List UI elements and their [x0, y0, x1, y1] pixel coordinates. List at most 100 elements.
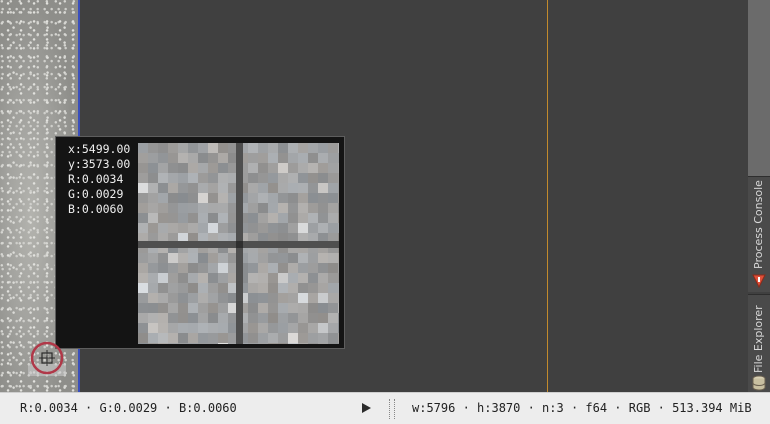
magnifier-pixel — [308, 153, 318, 163]
magnifier-pixel — [268, 283, 278, 293]
magnifier-pixel — [208, 283, 218, 293]
magnifier-pixel — [268, 323, 278, 333]
magnifier-pixel — [338, 293, 339, 303]
magnifier-pixel — [248, 213, 258, 223]
magnifier-pixel — [158, 313, 168, 323]
magnifier-pixel — [188, 253, 198, 263]
magnifier-pixel — [168, 323, 178, 333]
magnifier-pixel — [338, 303, 339, 313]
magnifier-pixel — [168, 223, 178, 233]
magnifier-pixel — [198, 323, 208, 333]
magnifier-pixel — [148, 333, 158, 343]
file-explorer-tab[interactable]: File Explorer — [748, 294, 770, 392]
magnifier-pixel — [188, 293, 198, 303]
magnifier-pixel — [288, 193, 298, 203]
magnifier-pixel — [258, 283, 268, 293]
magnifier-pixel — [188, 153, 198, 163]
magnifier-pixel — [188, 323, 198, 333]
magnifier-pixel — [318, 223, 328, 233]
magnifier-pixel — [308, 333, 318, 343]
magnifier-pixel — [158, 173, 168, 183]
process-console-tab[interactable]: Process Console — [748, 176, 770, 292]
magnifier-pixel — [148, 193, 158, 203]
magnifier-pixel — [248, 223, 258, 233]
magnifier-pixel — [218, 273, 228, 283]
magnifier-pixel — [168, 203, 178, 213]
magnifier-pixel — [188, 333, 198, 343]
magnifier-pixel — [298, 263, 308, 273]
magnifier-pixel — [148, 203, 158, 213]
magnifier-pixel — [188, 163, 198, 173]
magnifier-pixel — [308, 163, 318, 173]
magnifier-pixel — [248, 203, 258, 213]
magnifier-pixel — [298, 163, 308, 173]
magnifier-pixel — [208, 303, 218, 313]
play-icon[interactable] — [360, 402, 372, 414]
magnifier-pixel — [208, 173, 218, 183]
readout-r: R:0.0034 — [68, 172, 124, 186]
magnifier-pixel — [328, 193, 338, 203]
magnifier-pixel — [338, 273, 339, 283]
magnifier-pixel — [288, 263, 298, 273]
magnifier-pixel — [218, 163, 228, 173]
crosshair-target-icon[interactable] — [28, 340, 66, 378]
magnifier-pixel — [248, 193, 258, 203]
magnifier-pixel — [198, 283, 208, 293]
magnifier-pixel — [198, 313, 208, 323]
magnifier-pixel — [208, 163, 218, 173]
magnifier-pixel — [298, 253, 308, 263]
magnifier-pixel — [148, 303, 158, 313]
magnifier-pixel — [308, 323, 318, 333]
readout-x: x:5499.00 — [68, 142, 131, 156]
magnifier-pixel — [288, 273, 298, 283]
magnifier-pixel — [218, 293, 228, 303]
magnifier-pixel — [158, 213, 168, 223]
magnifier-pixel — [308, 343, 318, 344]
magnifier-pixel — [208, 253, 218, 263]
vertical-scrollbar[interactable] — [748, 0, 770, 176]
readout-values: x:5499.00 y:3573.00 R:0.0034 G:0.0029 B:… — [68, 142, 130, 217]
magnifier-pixel — [278, 273, 288, 283]
magnifier-pixel — [298, 193, 308, 203]
magnifier-pixel — [188, 173, 198, 183]
magnifier-pixel — [158, 153, 168, 163]
magnifier-pixel — [278, 293, 288, 303]
magnifier-pixel — [208, 213, 218, 223]
magnifier-pixel — [178, 263, 188, 273]
magnifier-pixel — [278, 143, 288, 153]
magnifier-pixel — [148, 173, 158, 183]
magnifier-pixel — [138, 153, 148, 163]
magnifier-pixel — [208, 153, 218, 163]
readout-y: y:3573.00 — [68, 157, 131, 171]
magnifier-pixel — [248, 303, 258, 313]
magnifier-pixel — [328, 343, 338, 344]
magnifier-pixel — [218, 303, 228, 313]
readout-g: G:0.0029 — [68, 187, 124, 201]
magnifier-pixel — [258, 143, 268, 153]
magnifier-pixel — [258, 313, 268, 323]
status-grip[interactable] — [389, 399, 395, 419]
magnifier-pixel — [278, 343, 288, 344]
magnifier-pixel — [208, 333, 218, 343]
magnifier-pixel — [148, 253, 158, 263]
magnifier-pixel — [178, 173, 188, 183]
magnifier-pixel — [148, 163, 158, 173]
magnifier-pixel — [178, 273, 188, 283]
magnifier-pixel — [218, 153, 228, 163]
magnifier-pixel — [208, 203, 218, 213]
magnifier-pixel — [328, 293, 338, 303]
magnifier-pixel — [308, 183, 318, 193]
magnifier-pixel — [148, 183, 158, 193]
magnifier-pixel — [338, 163, 339, 173]
magnifier-pixel — [298, 343, 308, 344]
magnifier-pixel — [178, 303, 188, 313]
magnifier-pixel — [318, 283, 328, 293]
magnifier-pixel — [188, 203, 198, 213]
magnifier-pixel — [208, 143, 218, 153]
magnifier-pixel — [328, 183, 338, 193]
guide-line — [547, 0, 548, 392]
magnifier-pixel — [158, 263, 168, 273]
magnifier-pixel — [278, 183, 288, 193]
magnifier-pixel — [178, 253, 188, 263]
magnifier-pixel — [188, 313, 198, 323]
